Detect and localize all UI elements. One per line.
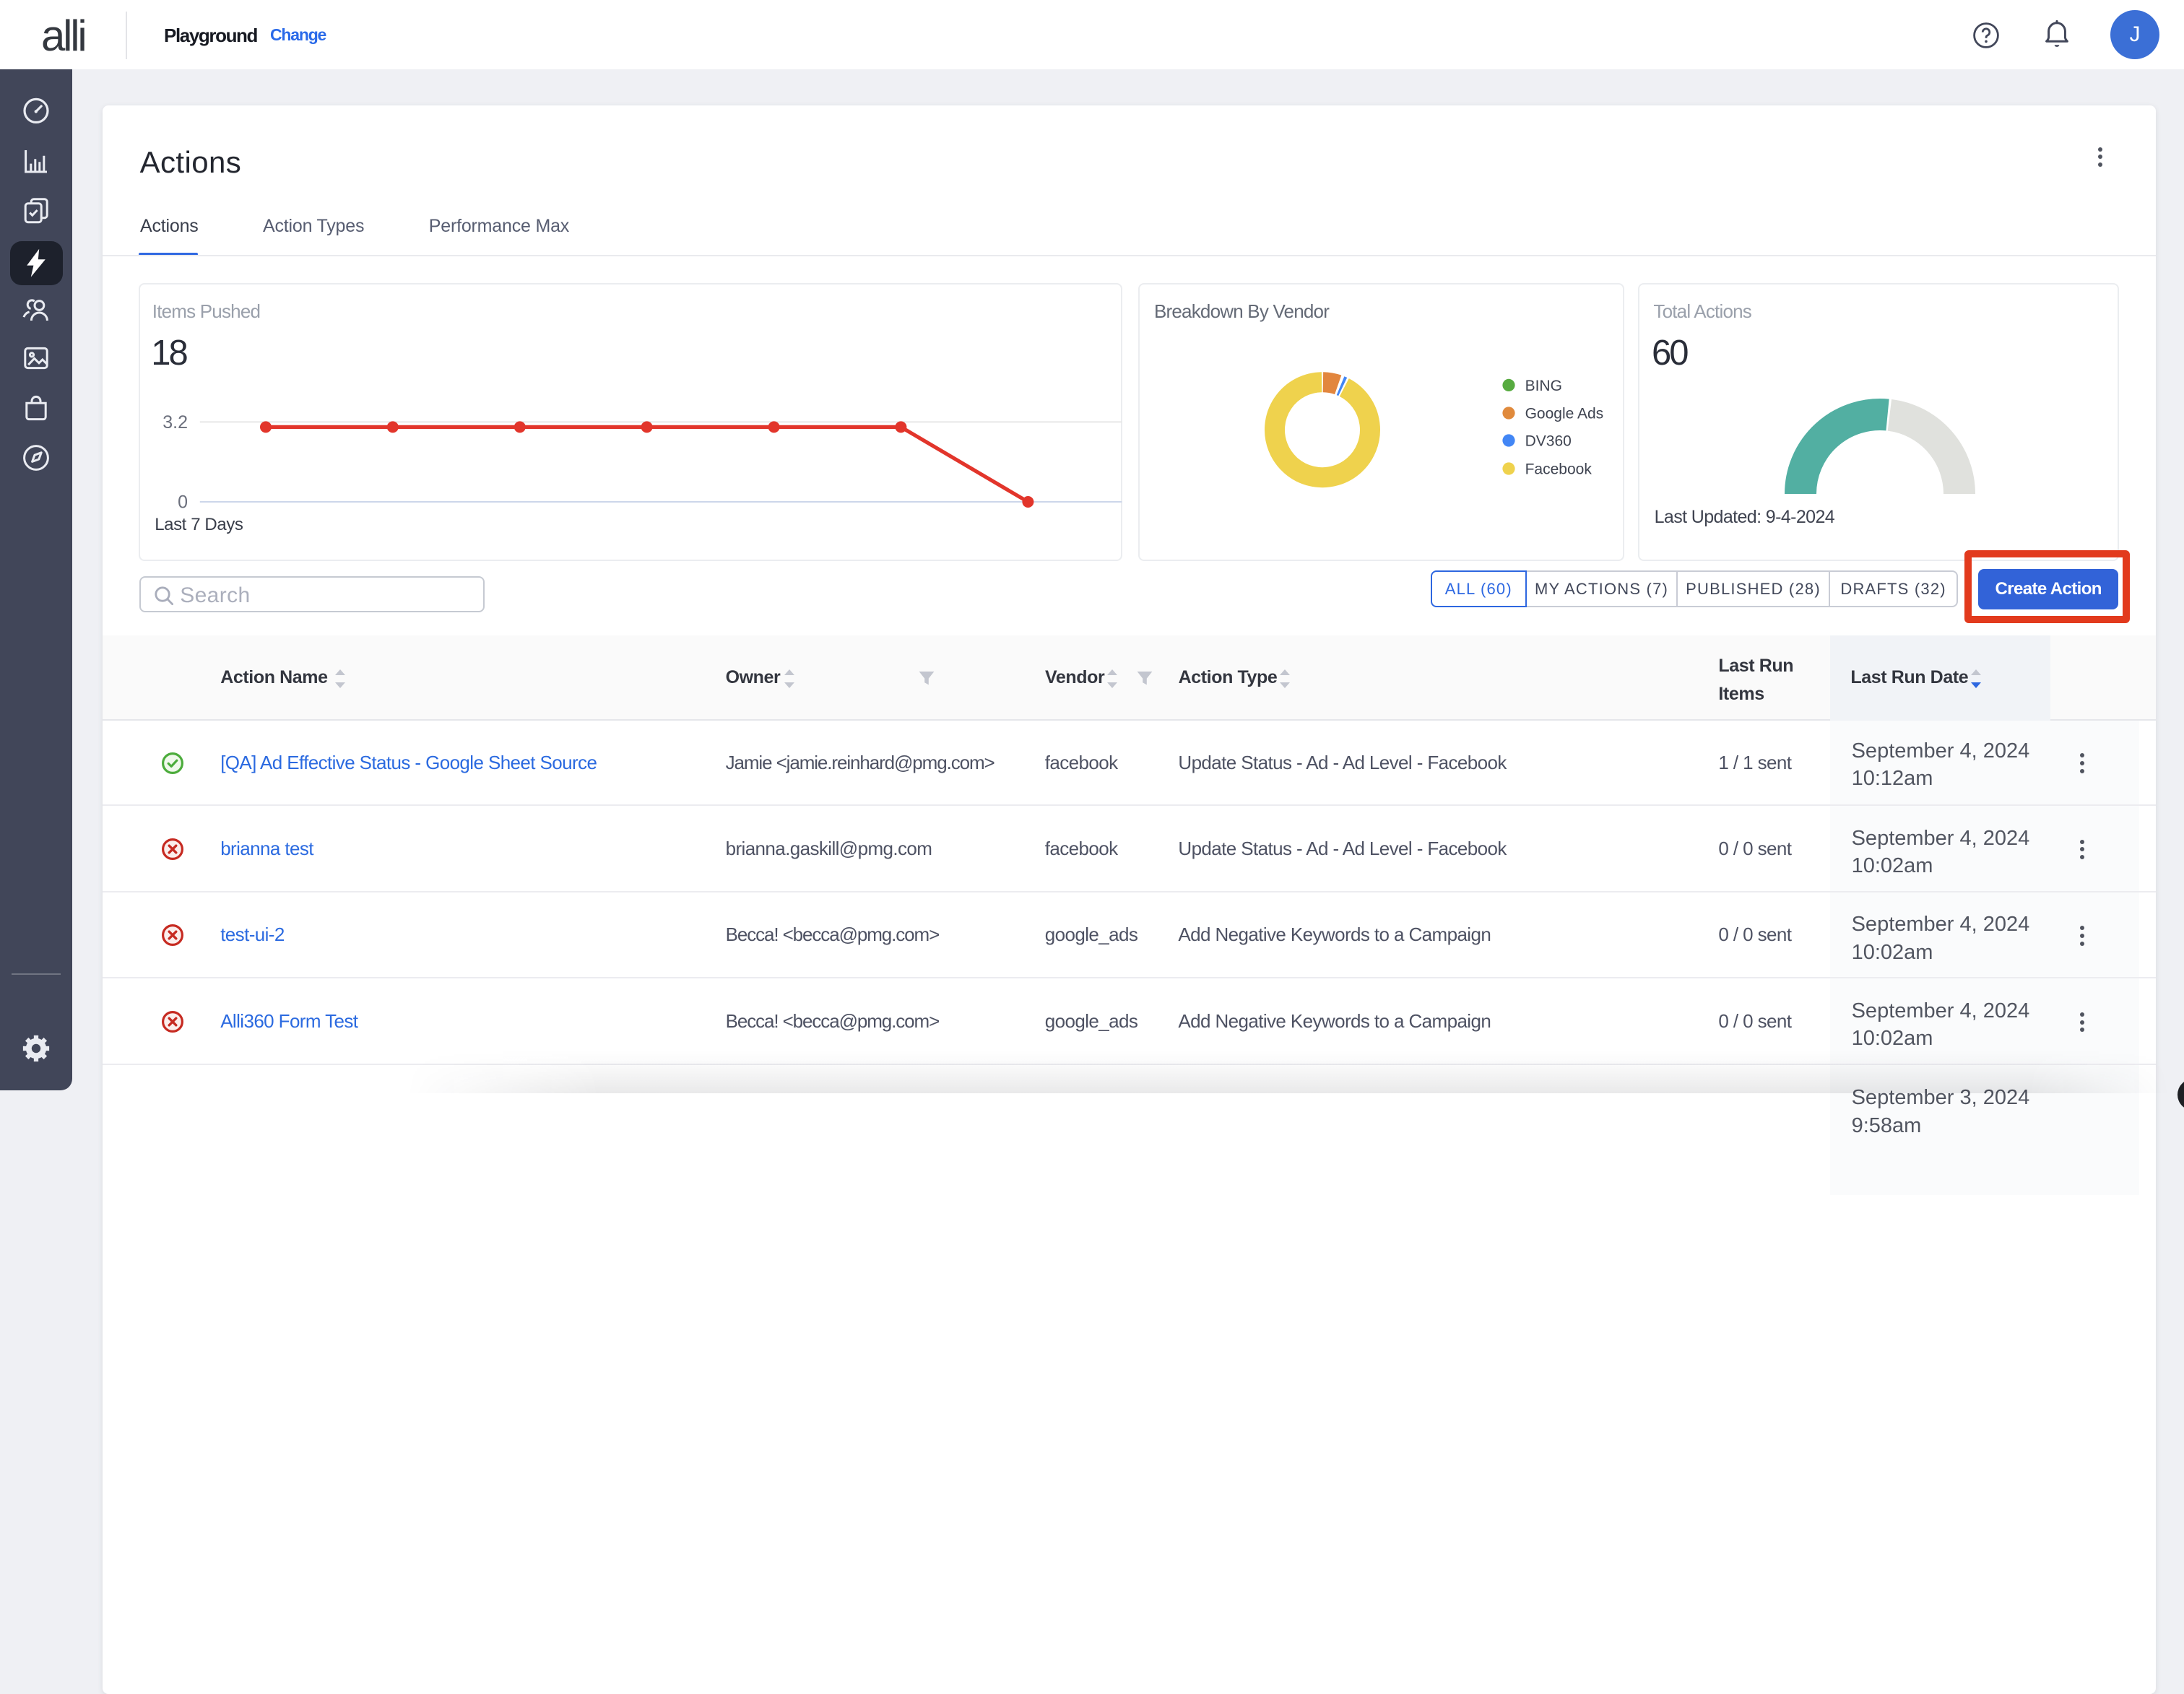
svg-text:Facebook: Facebook [1525,461,1592,477]
svg-text:DV360: DV360 [1525,433,1572,449]
svg-text:3.2: 3.2 [162,412,188,433]
svg-text:Google Ads: Google Ads [1525,405,1604,422]
svg-text:0: 0 [178,492,188,512]
svg-text:BING: BING [1525,378,1562,394]
